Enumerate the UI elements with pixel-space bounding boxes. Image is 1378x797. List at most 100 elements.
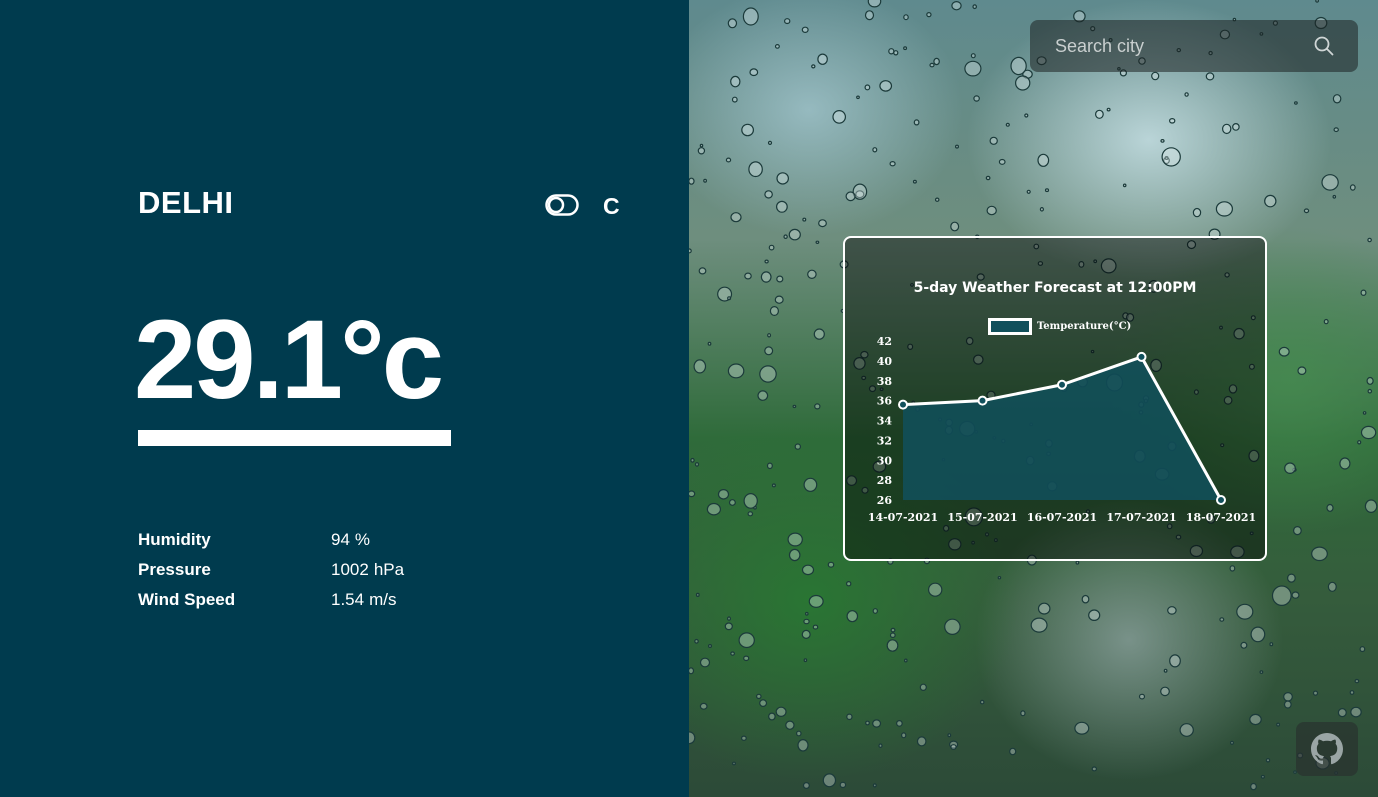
raindrop (1160, 686, 1170, 697)
raindrop (1337, 707, 1347, 718)
raindrop (972, 4, 978, 10)
raindrop (916, 736, 927, 747)
raindrop (802, 217, 807, 222)
raindrop (934, 197, 940, 202)
raindrop (845, 581, 852, 587)
humidity-value: 94 (331, 530, 350, 549)
raindrop (1044, 188, 1050, 193)
raindrop (867, 0, 882, 8)
raindrop (845, 191, 856, 202)
weather-details: Humidity 94 % Pressure 1002 hPa Wind Spe… (138, 525, 404, 615)
raindrop (846, 713, 853, 721)
raindrop (1151, 71, 1160, 81)
raindrop (698, 267, 707, 275)
raindrop (1192, 207, 1202, 218)
raindrop (697, 147, 706, 155)
raindrop (775, 200, 788, 213)
humidity-unit: % (354, 530, 371, 549)
raindrop (950, 744, 957, 750)
raindrop (1349, 184, 1356, 191)
chart-point (977, 395, 988, 406)
raindrop (708, 643, 713, 648)
raindrop (741, 123, 754, 137)
search-input[interactable] (1030, 20, 1315, 72)
raindrop (743, 655, 750, 662)
chart-area-fill (903, 356, 1221, 500)
raindrop (742, 7, 759, 26)
raindrop (1359, 646, 1366, 653)
raindrop (1297, 366, 1307, 376)
raindrop (775, 706, 787, 718)
raindrop (1323, 318, 1329, 325)
raindrop (872, 608, 878, 614)
raindrop (1122, 183, 1127, 188)
raindrop (913, 119, 920, 126)
raindrop (1367, 388, 1373, 394)
chart-point (1216, 495, 1226, 505)
raindrop (1250, 626, 1266, 643)
raindrop (888, 48, 895, 55)
raindrop (1276, 722, 1280, 727)
raindrop (1360, 425, 1377, 440)
raindrop (1333, 127, 1339, 133)
raindrop (767, 140, 773, 145)
raindrop (889, 632, 896, 639)
raindrop (903, 14, 909, 21)
raindrop (864, 10, 875, 21)
raindrop (1271, 585, 1292, 606)
raindrop (1311, 546, 1328, 562)
raindrop (1030, 617, 1048, 633)
search-icon[interactable] (1313, 35, 1335, 57)
raindrop (730, 75, 741, 88)
chart-point (1136, 351, 1147, 362)
raindrop (1332, 94, 1342, 104)
raindrop (817, 53, 828, 65)
raindrop (812, 624, 819, 630)
raindrop (1163, 668, 1168, 673)
detail-row-pressure: Pressure 1002 hPa (138, 555, 404, 585)
forecast-chart-card: 5-day Weather Forecast at 12:00PM Temper… (843, 236, 1267, 561)
raindrop (879, 80, 893, 92)
raindrop (769, 306, 780, 317)
raindrop (1362, 411, 1367, 415)
raindrop (788, 548, 801, 562)
raindrop (811, 64, 816, 69)
raindrop (1229, 565, 1236, 572)
raindrop (822, 773, 837, 788)
raindrop (771, 483, 776, 488)
raindrop (796, 730, 802, 737)
raindrop (727, 296, 732, 301)
raindrop (747, 511, 754, 517)
github-icon (1311, 733, 1343, 765)
raindrop (689, 177, 695, 185)
wind-speed-unit: m/s (369, 590, 397, 609)
city-name: DELHI (138, 185, 234, 220)
pressure-value: 1002 (331, 560, 369, 579)
raindrop (706, 502, 721, 516)
raindrop (1360, 289, 1367, 296)
raindrop (1250, 782, 1257, 791)
raindrop (1287, 573, 1296, 583)
raindrop (730, 212, 742, 223)
raindrop (768, 712, 776, 721)
raindrop (803, 658, 808, 663)
raindrop (783, 18, 791, 25)
github-button[interactable] (1296, 722, 1358, 776)
raindrop (1321, 174, 1339, 191)
raindrop (814, 403, 821, 410)
raindrop (792, 404, 797, 409)
raindrop (1291, 591, 1300, 599)
raindrop (728, 499, 736, 506)
pressure-label: Pressure (138, 560, 211, 579)
raindrop (889, 160, 896, 167)
raindrop (904, 658, 908, 663)
raindrop (1249, 713, 1262, 726)
raindrop (878, 743, 883, 749)
toggle-icon[interactable] (545, 194, 579, 216)
raindrop (727, 363, 745, 379)
raindrop (927, 582, 943, 597)
raindrop (926, 12, 932, 18)
raindrop (759, 699, 768, 707)
raindrop (970, 53, 976, 59)
raindrop (699, 143, 704, 148)
